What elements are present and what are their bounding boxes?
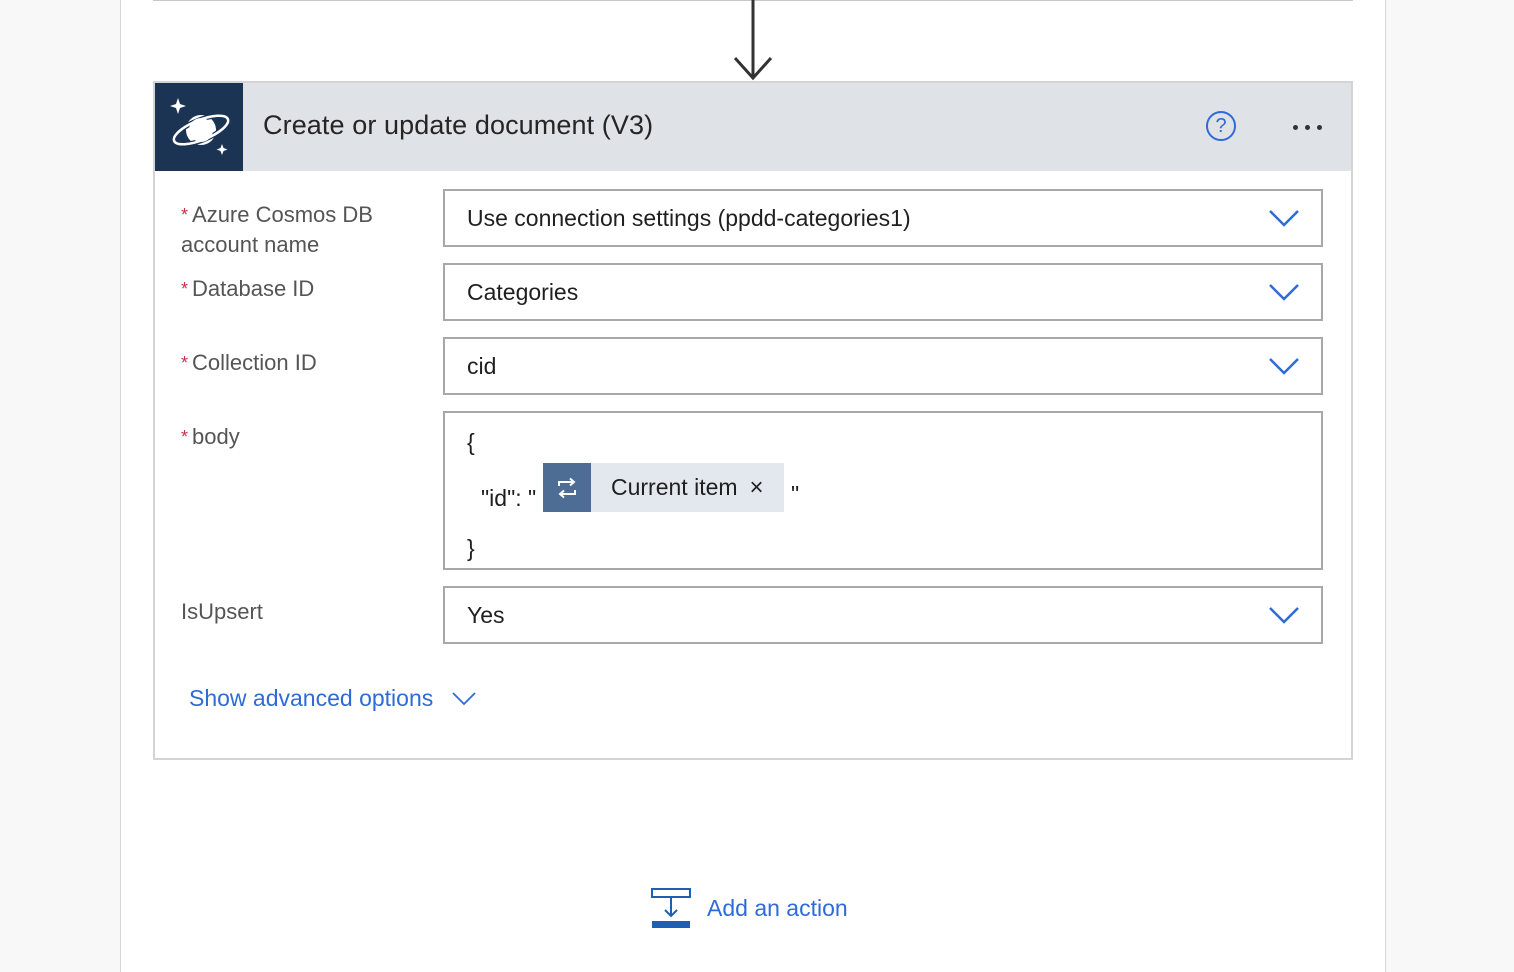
chevron-down-icon [1269,607,1299,624]
body-label-text: body [192,424,240,449]
collection-id-value: cid [467,353,497,379]
isupsert-label: IsUpsert [181,599,263,624]
add-an-action-label: Add an action [707,894,848,921]
database-id-label-text: Database ID [192,276,315,301]
required-mark: * [181,353,189,373]
show-advanced-options-label: Show advanced options [189,685,434,711]
chevron-down-icon [1269,284,1299,301]
cosmos-db-planet-icon [155,83,243,171]
required-mark: * [181,205,189,225]
dynamic-content-token[interactable]: Current item × [543,463,784,512]
account-name-dropdown[interactable]: Use connection settings (ppdd-categories… [443,189,1323,247]
body-label: * body [181,422,240,452]
json-id-key: "id": " [481,485,537,511]
add-an-action-button[interactable]: Add an action [651,888,848,928]
database-id-label: * Database ID [181,274,314,304]
action-card: Create or update document (V3) ? * Azure … [153,81,1353,760]
chevron-down-icon [1269,358,1299,375]
required-mark: * [181,427,189,447]
database-id-dropdown[interactable]: Categories [443,263,1323,321]
collection-id-label-text: Collection ID [192,350,317,375]
loop-icon [543,463,591,512]
collection-id-label: * Collection ID [181,348,317,378]
chevron-down-icon [452,691,476,705]
account-name-label-line1: Azure Cosmos DB [192,202,373,227]
card-header[interactable]: Create or update document (V3) ? [155,83,1351,171]
token-label: Current item [611,474,738,500]
isupsert-dropdown[interactable]: Yes [443,586,1323,644]
json-close-brace: } [467,535,475,561]
show-advanced-options-button[interactable]: Show advanced options [189,685,477,712]
add-action-icon [651,888,691,928]
card-title: Create or update document (V3) [263,110,654,140]
account-name-label-line2: account name [181,232,320,257]
database-id-value: Categories [467,279,579,305]
json-id-close-quote: " [791,481,800,507]
collection-id-dropdown[interactable]: cid [443,337,1323,395]
account-name-label: * Azure Cosmos DB account name [181,200,373,260]
help-icon[interactable]: ? [1206,111,1236,141]
close-icon[interactable]: × [750,475,764,500]
more-ellipsis-icon[interactable] [1283,109,1331,145]
json-open-brace: { [467,429,475,455]
chevron-down-icon [1269,210,1299,227]
flow-arrow-icon [733,0,773,81]
account-name-value: Use connection settings (ppdd-categories… [467,205,911,231]
body-editor[interactable]: { "id": " Current item × " } [443,411,1323,570]
isupsert-value: Yes [467,602,505,628]
required-mark: * [181,279,189,299]
